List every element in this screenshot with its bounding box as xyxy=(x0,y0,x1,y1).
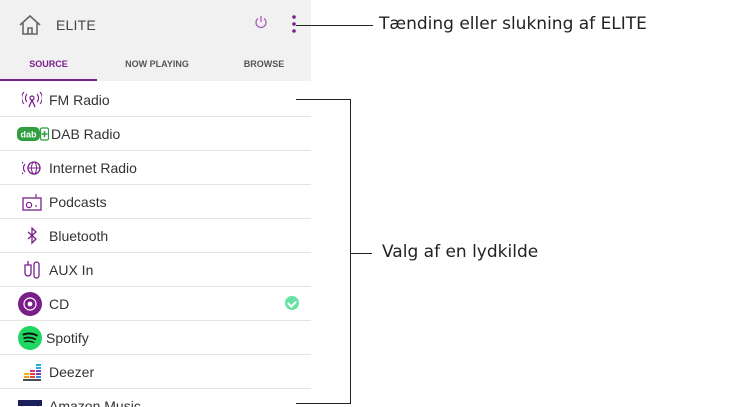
source-item-deezer[interactable]: Deezer xyxy=(0,355,311,389)
source-item-bluetooth[interactable]: Bluetooth xyxy=(0,219,311,253)
spotify-icon xyxy=(18,326,42,350)
app-screen: ELITE SOURCE NOW PLAYING BROWSE FM Radio xyxy=(0,0,311,407)
source-label: Internet Radio xyxy=(49,160,137,176)
power-callout-text: Tænding eller slukning af ELITE xyxy=(379,14,647,34)
source-label: AUX In xyxy=(49,262,94,278)
source-callout-text: Valg af en lydkilde xyxy=(382,242,539,262)
source-item-cd[interactable]: CD xyxy=(0,287,311,321)
bracket-top-line xyxy=(296,99,350,100)
source-label: DAB Radio xyxy=(51,126,121,142)
bracket-bottom-line xyxy=(296,403,350,404)
power-callout-line xyxy=(296,25,373,26)
tab-bar: SOURCE NOW PLAYING BROWSE xyxy=(0,50,311,81)
source-label: CD xyxy=(49,296,70,312)
selected-check-icon xyxy=(285,296,299,310)
cd-icon xyxy=(18,292,42,316)
source-item-podcasts[interactable]: Podcasts xyxy=(0,185,311,219)
aux-icon xyxy=(24,261,40,279)
source-item-internet-radio[interactable]: Internet Radio xyxy=(0,151,311,185)
svg-text:dab: dab xyxy=(20,130,37,140)
top-bar: ELITE xyxy=(0,0,311,50)
bracket-vertical-line xyxy=(350,99,351,404)
bluetooth-icon xyxy=(27,227,37,245)
more-vertical-icon[interactable] xyxy=(290,14,298,34)
deezer-icon xyxy=(23,364,41,381)
internet-radio-icon xyxy=(22,161,41,175)
source-callout-line xyxy=(351,253,372,254)
device-title: ELITE xyxy=(56,17,96,33)
source-item-amazon-music[interactable]: Amazon Music xyxy=(0,389,311,407)
power-icon[interactable] xyxy=(254,15,268,29)
tab-source[interactable]: SOURCE xyxy=(0,50,97,81)
fm-radio-icon xyxy=(22,91,42,108)
source-label: Amazon Music xyxy=(49,398,141,407)
active-tab-indicator xyxy=(0,79,97,81)
podcast-icon xyxy=(22,194,42,211)
source-item-aux-in[interactable]: AUX In xyxy=(0,253,311,287)
amazon-music-icon xyxy=(18,400,42,407)
source-label: Podcasts xyxy=(49,194,107,210)
home-icon[interactable] xyxy=(18,14,42,36)
source-label: Bluetooth xyxy=(49,228,109,244)
source-item-dab-radio[interactable]: dab DAB Radio xyxy=(0,117,311,151)
source-item-fm-radio[interactable]: FM Radio xyxy=(0,83,311,117)
tab-now-playing[interactable]: NOW PLAYING xyxy=(97,50,217,81)
source-item-spotify[interactable]: Spotify xyxy=(0,321,311,355)
source-label: FM Radio xyxy=(49,92,110,108)
source-label: Deezer xyxy=(49,364,95,380)
dab-icon: dab xyxy=(17,127,49,141)
tab-browse[interactable]: BROWSE xyxy=(217,50,311,81)
source-label: Spotify xyxy=(46,330,89,346)
